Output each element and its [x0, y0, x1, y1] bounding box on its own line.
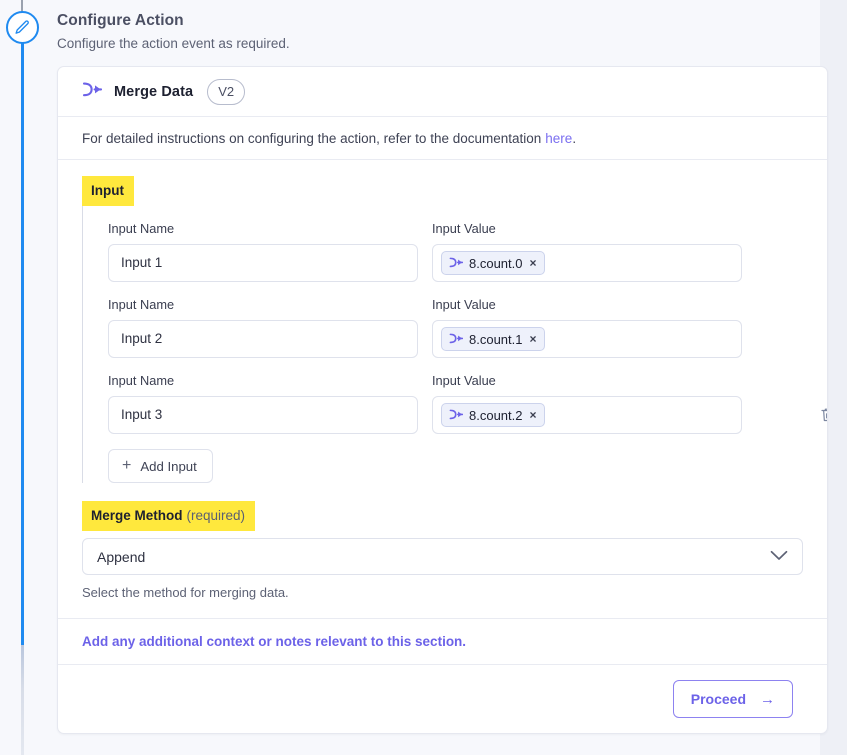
input-name-cell: Input Name Input 2	[108, 297, 418, 358]
merge-data-icon	[449, 256, 464, 271]
action-config-card: Merge Data V2 For detailed instructions …	[57, 66, 828, 734]
card-footer: Proceed →	[58, 665, 827, 733]
trash-icon[interactable]	[817, 403, 827, 425]
input-value-cell: Input Value 8.count.2 ×	[432, 373, 742, 434]
input-value-field[interactable]: 8.count.1 ×	[432, 320, 742, 358]
input-name-label: Input Name	[108, 297, 175, 312]
arrow-right-icon: →	[760, 690, 775, 708]
input-value-label: Input Value	[432, 297, 496, 312]
rail-step-node[interactable]	[6, 11, 39, 44]
add-input-button[interactable]: + Add Input	[108, 449, 213, 483]
token-chip-label: 8.count.1	[469, 331, 523, 347]
documentation-period: .	[572, 130, 577, 146]
merge-method-select[interactable]: Append	[82, 538, 803, 575]
merge-method-helper-text: Select the method for merging data.	[82, 585, 289, 600]
rail-line-active	[21, 38, 24, 648]
configure-action-page: Configure Action Configure the action ev…	[0, 0, 847, 755]
input-name-label: Input Name	[108, 221, 175, 236]
merge-data-icon	[449, 408, 464, 423]
input-value-field[interactable]: 8.count.0 ×	[432, 244, 742, 282]
documentation-text: For detailed instructions on configuring…	[82, 130, 542, 146]
merge-method-block: Merge Method (required) Append Select the…	[82, 501, 803, 600]
input-value-cell: Input Value 8.count.1 ×	[432, 297, 742, 358]
token-chip-label: 8.count.2	[469, 407, 523, 423]
token-chip[interactable]: 8.count.1 ×	[441, 327, 545, 351]
rail-line-inactive	[21, 645, 24, 755]
close-icon[interactable]: ×	[529, 257, 537, 269]
token-chip-label: 8.count.0	[469, 255, 523, 271]
timeline-rail	[0, 0, 44, 755]
input-row: Input Name Input 3 Input Value 8.count.2…	[108, 358, 827, 434]
input-row: Input Name Input 2 Input Value 8.count.1…	[108, 282, 803, 358]
input-group-guide-line	[82, 206, 83, 483]
chevron-down-icon	[770, 548, 788, 566]
token-chip[interactable]: 8.count.0 ×	[441, 251, 545, 275]
card-title: Merge Data	[114, 83, 194, 100]
merge-data-icon	[82, 82, 103, 102]
input-value-field[interactable]: 8.count.2 ×	[432, 396, 742, 434]
page-title: Configure Action	[57, 12, 184, 29]
proceed-button-label: Proceed	[690, 691, 746, 707]
pencil-edit-icon	[14, 19, 31, 36]
token-chip[interactable]: 8.count.2 ×	[441, 403, 545, 427]
input-section-label: Input	[82, 176, 134, 206]
merge-method-selected-value: Append	[97, 548, 146, 565]
input-name-cell: Input Name Input 1	[108, 221, 418, 282]
version-badge: V2	[207, 78, 246, 105]
input-value-cell: Input Value 8.count.0 ×	[432, 221, 742, 282]
plus-icon: +	[122, 457, 132, 474]
input-name-field[interactable]: Input 1	[108, 244, 418, 282]
proceed-button[interactable]: Proceed →	[672, 680, 793, 718]
documentation-row: For detailed instructions on configuring…	[58, 117, 827, 160]
page-header: Configure Action Configure the action ev…	[57, 11, 757, 53]
merge-data-icon	[449, 332, 464, 347]
input-name-field[interactable]: Input 2	[108, 320, 418, 358]
input-name-cell: Input Name Input 3	[108, 373, 418, 434]
documentation-link[interactable]: here	[545, 131, 572, 146]
add-input-label: Add Input	[140, 458, 197, 474]
merge-method-required-text: (required)	[186, 508, 246, 523]
additional-notes-link[interactable]: Add any additional context or notes rele…	[58, 619, 827, 665]
page-subtitle: Configure the action event as required.	[57, 36, 290, 51]
close-icon[interactable]: ×	[529, 409, 537, 421]
card-header: Merge Data V2	[58, 67, 827, 117]
input-name-field[interactable]: Input 3	[108, 396, 418, 434]
merge-method-label-text: Merge Method	[91, 508, 183, 523]
close-icon[interactable]: ×	[529, 333, 537, 345]
input-value-label: Input Value	[432, 373, 496, 388]
input-row: Input Name Input 1 Input Value 8.count.0…	[108, 206, 803, 282]
card-body: Input Input Name Input 1 Input Value 8.c…	[58, 160, 827, 619]
input-value-label: Input Value	[432, 221, 496, 236]
merge-method-label: Merge Method (required)	[82, 501, 256, 531]
input-rows-group: Input Name Input 1 Input Value 8.count.0…	[82, 206, 827, 483]
input-name-label: Input Name	[108, 373, 175, 388]
